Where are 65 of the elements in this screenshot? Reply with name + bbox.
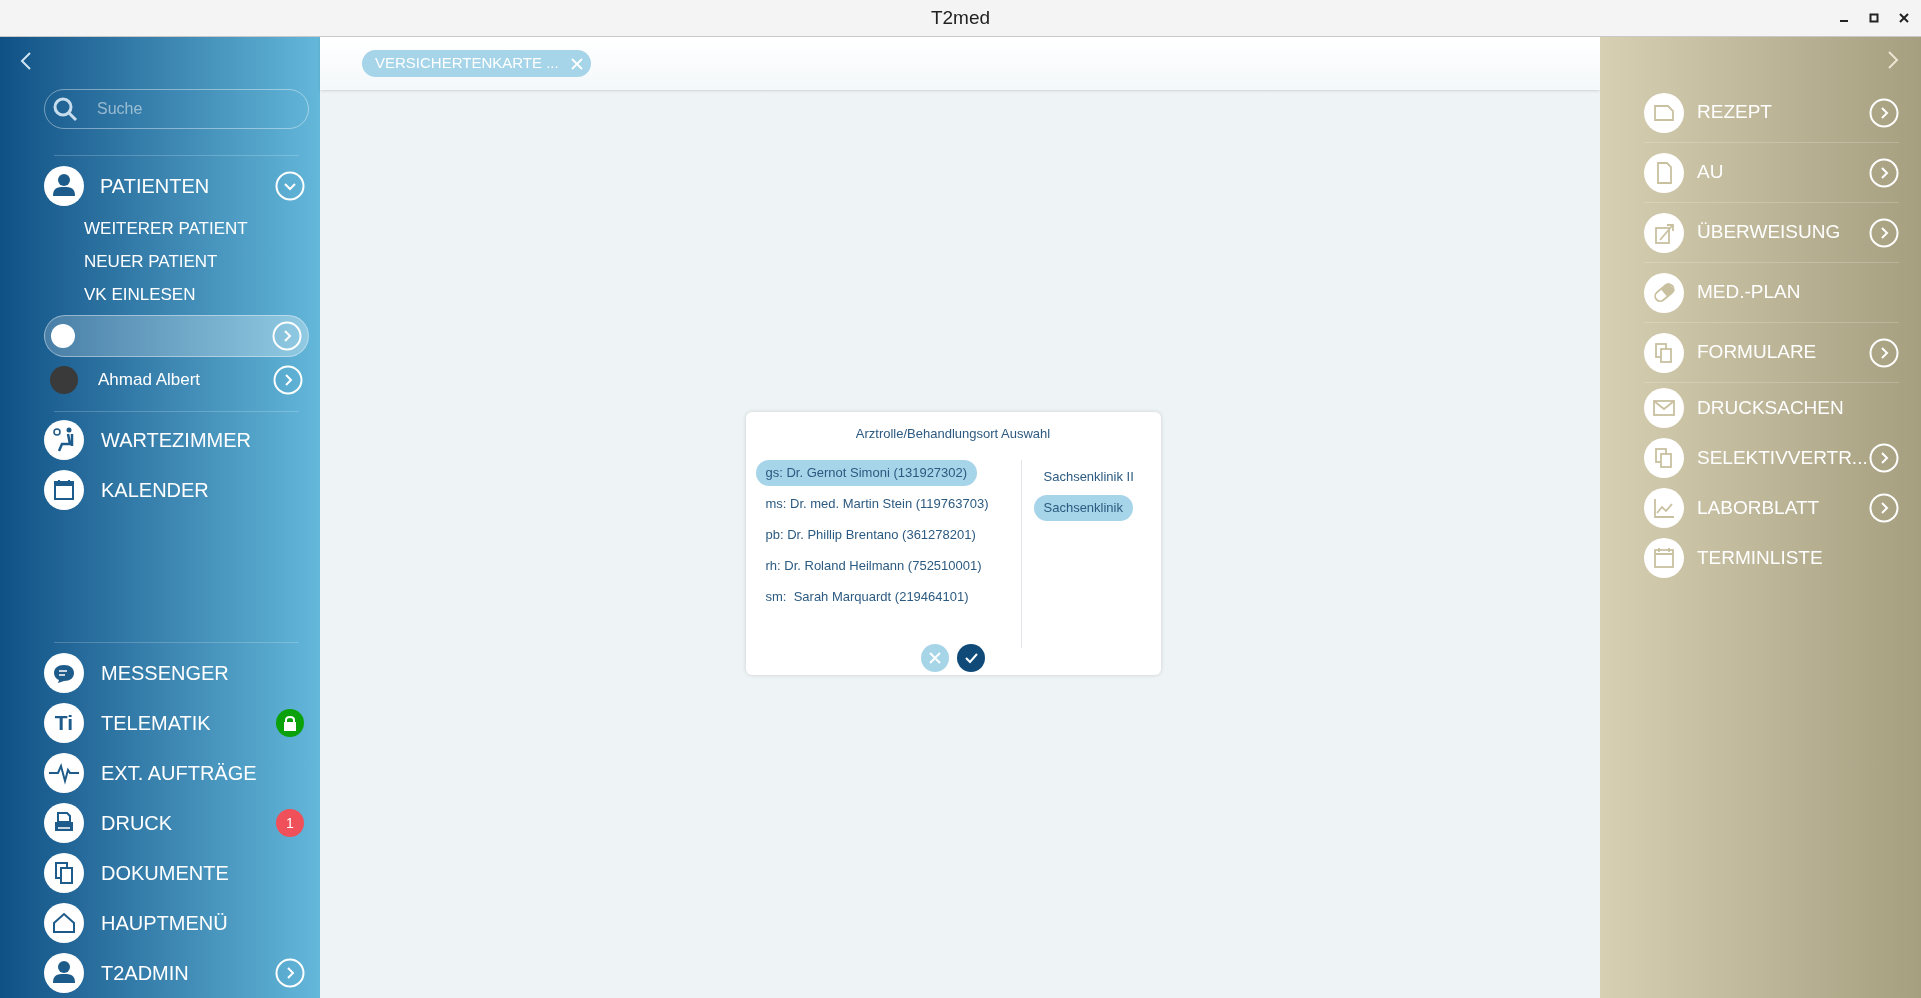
sidebar-item[interactable]: KALENDER <box>101 475 309 505</box>
patient-row[interactable]: Ahmad Albert <box>44 359 309 401</box>
patient-row[interactable] <box>44 315 309 357</box>
avatar-silhouette <box>51 324 75 348</box>
chevron-right-circle-icon[interactable] <box>1869 217 1899 248</box>
pulse-icon <box>44 753 84 793</box>
chevron-right-circle-icon[interactable] <box>1869 337 1899 368</box>
documents-icon <box>1644 438 1684 478</box>
card-icon <box>1644 92 1684 133</box>
sidebar-item[interactable]: EXT. AUFTRÄGE <box>101 758 309 788</box>
sidebar-item[interactable]: DRUCK <box>101 808 276 838</box>
sidebar-item[interactable]: T2ADMIN <box>101 958 275 988</box>
sidebar-item[interactable]: DOKUMENTE <box>101 858 309 888</box>
chevron-right-circle-icon[interactable] <box>275 958 305 988</box>
sidebar-item[interactable]: TELEMATIK <box>101 708 276 738</box>
chevron-right-circle-icon[interactable] <box>272 321 302 351</box>
line-chart-icon <box>1644 488 1684 528</box>
chevron-right-circle-icon[interactable] <box>1869 97 1899 128</box>
sidebar-item[interactable]: WARTEZIMMER <box>101 425 309 455</box>
sidebar-item[interactable]: HAUPTMENÜ <box>101 908 309 938</box>
patient-action-link[interactable]: WEITERER PATIENT <box>84 212 309 245</box>
location-option[interactable]: Sachsenklinik II <box>1033 463 1144 490</box>
check-icon <box>964 651 978 664</box>
patient-name: Ahmad Albert <box>98 369 202 392</box>
doctor-option[interactable]: sm: Sarah Marquardt (219464101) <box>755 583 979 610</box>
count-badge: 1 <box>276 809 304 837</box>
person-icon <box>44 953 84 993</box>
patient-action-link[interactable]: VK EINLESEN <box>84 278 309 311</box>
pill-icon <box>1644 272 1684 313</box>
chevron-right-circle-icon[interactable] <box>1869 443 1899 473</box>
chevron-right-circle-icon[interactable] <box>273 365 303 395</box>
envelope-icon <box>1644 388 1684 428</box>
confirm-button[interactable] <box>957 643 985 672</box>
printer-icon <box>44 803 84 843</box>
waiting-chair-icon <box>44 420 84 460</box>
doctor-option[interactable]: rh: Dr. Roland Heilmann (752510001) <box>755 552 992 579</box>
doctor-option[interactable]: pb: Dr. Phillip Brentano (361278201) <box>755 521 986 548</box>
house-icon <box>44 903 84 943</box>
ti-icon: Ti <box>44 703 84 743</box>
patient-action-link[interactable]: NEUER PATIENT <box>84 245 309 278</box>
back-chevron-icon[interactable] <box>20 52 32 70</box>
doctor-option[interactable]: gs: Dr. Gernot Simoni (131927302) <box>755 459 978 486</box>
chevron-right-circle-icon[interactable] <box>1869 157 1899 188</box>
calendar-icon <box>44 470 84 510</box>
calendar-icon <box>1644 538 1684 578</box>
photo-placeholder <box>50 366 78 394</box>
forward-chevron-icon[interactable] <box>1887 51 1899 69</box>
x-icon <box>929 651 941 664</box>
sidebar-item[interactable]: MESSENGER <box>101 658 309 688</box>
person-icon <box>44 166 84 206</box>
document-icon <box>1644 152 1684 193</box>
chat-bubbles-icon <box>44 653 84 693</box>
cancel-button[interactable] <box>921 643 949 672</box>
documents-icon <box>1644 332 1684 373</box>
chevron-right-circle-icon[interactable] <box>1869 493 1899 523</box>
close-icon[interactable] <box>1899 13 1909 23</box>
maximize-icon[interactable] <box>1869 13 1879 23</box>
doctor-option[interactable]: ms: Dr. med. Martin Stein (119763703) <box>755 490 999 517</box>
window-title: T2med <box>930 5 991 30</box>
dialog-title: Arztrolle/Behandlungsort Auswahl <box>854 425 1052 443</box>
search-icon <box>52 96 78 122</box>
chevron-down-circle-icon[interactable] <box>275 171 305 201</box>
location-option[interactable]: Sachsenklinik <box>1033 494 1133 521</box>
sidebar-item[interactable]: PATIENTEN <box>100 171 275 201</box>
documents-icon <box>44 853 84 893</box>
